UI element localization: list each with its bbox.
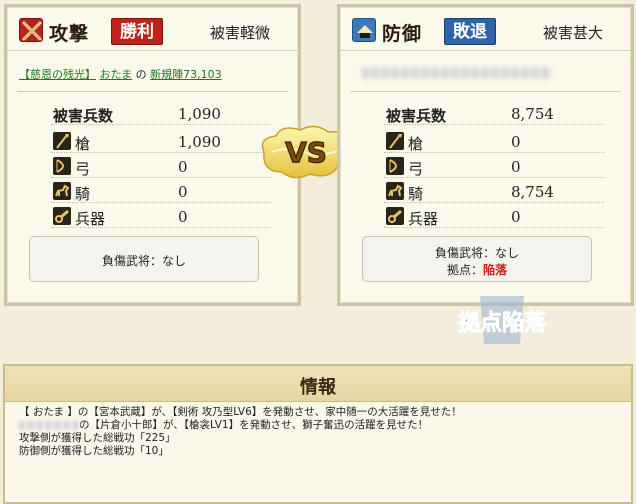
vs-text: VS — [285, 136, 327, 169]
base-status-label: 拠点： — [446, 263, 483, 277]
info-panel: 情報 【 おたま 】の【宮本武蔵】が、【剣術 攻乃型LV6】を発動させ、家中随一… — [3, 364, 633, 504]
bow-icon — [386, 157, 404, 175]
info-line: 攻撃側が獲得した総戦功「225」 — [19, 432, 176, 444]
defender-troop-row: 弓 0 — [384, 156, 604, 178]
attacker-total-row: 被害兵数 1,090 — [51, 103, 271, 125]
casualty-text: 負傷武将：なし — [101, 254, 186, 268]
spear-icon — [53, 132, 71, 150]
troop-label: 弓 — [75, 160, 91, 178]
attacker-damage-level: 被害軽微 — [209, 24, 270, 42]
attacker-casualty-box: 負傷武将：なし — [29, 236, 259, 282]
attacker-troop-row: 槍 1,090 — [51, 131, 271, 153]
total-value: 1,090 — [178, 105, 221, 123]
troop-value: 0 — [511, 208, 521, 226]
defender-side-label: 防御 — [382, 23, 423, 45]
attacker-troop-row: 弓 0 — [51, 156, 271, 178]
troop-label: 騎 — [408, 185, 424, 203]
troop-label: 兵器 — [408, 210, 439, 228]
troop-label: 兵器 — [75, 210, 106, 228]
total-label: 被害兵数 — [53, 107, 114, 125]
siege-weapon-icon — [386, 207, 404, 225]
troop-value: 0 — [178, 183, 188, 201]
defender-casualty-box: 負傷武将：なし 拠点：陥落 — [362, 236, 592, 282]
info-log: 【 おたま 】の【宮本武蔵】が、【剣術 攻乃型LV6】を発動させ、家中随一の大活… — [19, 406, 623, 458]
defender-troop-row: 槍 0 — [384, 131, 604, 153]
spear-icon — [386, 132, 404, 150]
stamp-text: 拠点陥落 — [458, 310, 547, 336]
horse-icon — [386, 182, 404, 200]
redacted-name — [19, 420, 79, 430]
total-label: 被害兵数 — [386, 107, 447, 125]
troop-label: 騎 — [75, 185, 91, 203]
base-status-line: 拠点：陥落 — [363, 261, 591, 278]
divider — [17, 91, 288, 92]
attacker-side-label: 攻撃 — [49, 23, 90, 45]
defender-panel: 防御 敗退 被害甚大 被害兵数 8,754 槍 0 弓 0 騎 8,754 兵器… — [337, 4, 634, 306]
troop-label: 槍 — [75, 135, 91, 153]
alliance-link[interactable]: 【慈恩の残光】 — [19, 68, 96, 81]
info-header: 情報 — [5, 366, 631, 402]
troop-value: 0 — [511, 158, 521, 176]
base-link[interactable]: 新規陣73,103 — [150, 68, 222, 81]
connector-text: の — [135, 68, 147, 81]
defender-total-row: 被害兵数 8,754 — [384, 103, 604, 125]
defender-troop-row: 兵器 0 — [384, 206, 604, 228]
defender-result-badge: 敗退 — [444, 18, 496, 45]
defender-damage-level: 被害甚大 — [542, 24, 603, 42]
siege-weapon-icon — [53, 207, 71, 225]
player-link[interactable]: おたま — [100, 68, 133, 81]
info-title: 情報 — [300, 377, 336, 398]
attacker-commander-line: 【慈恩の残光】 おたま の 新規陣73,103 — [19, 66, 222, 82]
attacker-troop-row: 騎 0 — [51, 181, 271, 203]
base-status-value: 陥落 — [483, 263, 508, 277]
info-line: の【片倉小十郎】が、【槍衾LV1】を発動させ、獅子奮迅の活躍を見せた！ — [19, 419, 623, 432]
redacted-commander-line — [362, 67, 552, 79]
attacker-result-badge: 勝利 — [111, 18, 163, 45]
troop-value: 0 — [178, 208, 188, 226]
troop-value: 1,090 — [178, 133, 221, 151]
bow-icon — [53, 157, 71, 175]
casualty-text: 負傷武将：なし — [434, 246, 519, 260]
attacker-header: 攻撃 勝利 被害軽微 — [7, 7, 298, 51]
info-line: 【 おたま 】の【宮本武蔵】が、【剣術 攻乃型LV6】を発動させ、家中随一の大活… — [19, 406, 462, 418]
shield-icon — [352, 18, 376, 42]
troop-label: 槍 — [408, 135, 424, 153]
troop-value: 0 — [178, 158, 188, 176]
troop-value: 0 — [511, 133, 521, 151]
attacker-troop-row: 兵器 0 — [51, 206, 271, 228]
horse-icon — [53, 182, 71, 200]
attacker-panel: 攻撃 勝利 被害軽微 【慈恩の残光】 おたま の 新規陣73,103 被害兵数 … — [4, 4, 301, 306]
total-value: 8,754 — [511, 105, 554, 123]
info-line: 防御側が獲得した総戦功「10」 — [19, 445, 169, 457]
troop-value: 8,754 — [511, 183, 554, 201]
divider — [350, 91, 621, 92]
troop-label: 弓 — [408, 160, 424, 178]
base-fallen-stamp: 拠点陥落 — [438, 294, 566, 346]
defender-header: 防御 敗退 被害甚大 — [340, 7, 631, 51]
crossed-swords-icon — [19, 18, 43, 42]
defender-troop-row: 騎 8,754 — [384, 181, 604, 203]
